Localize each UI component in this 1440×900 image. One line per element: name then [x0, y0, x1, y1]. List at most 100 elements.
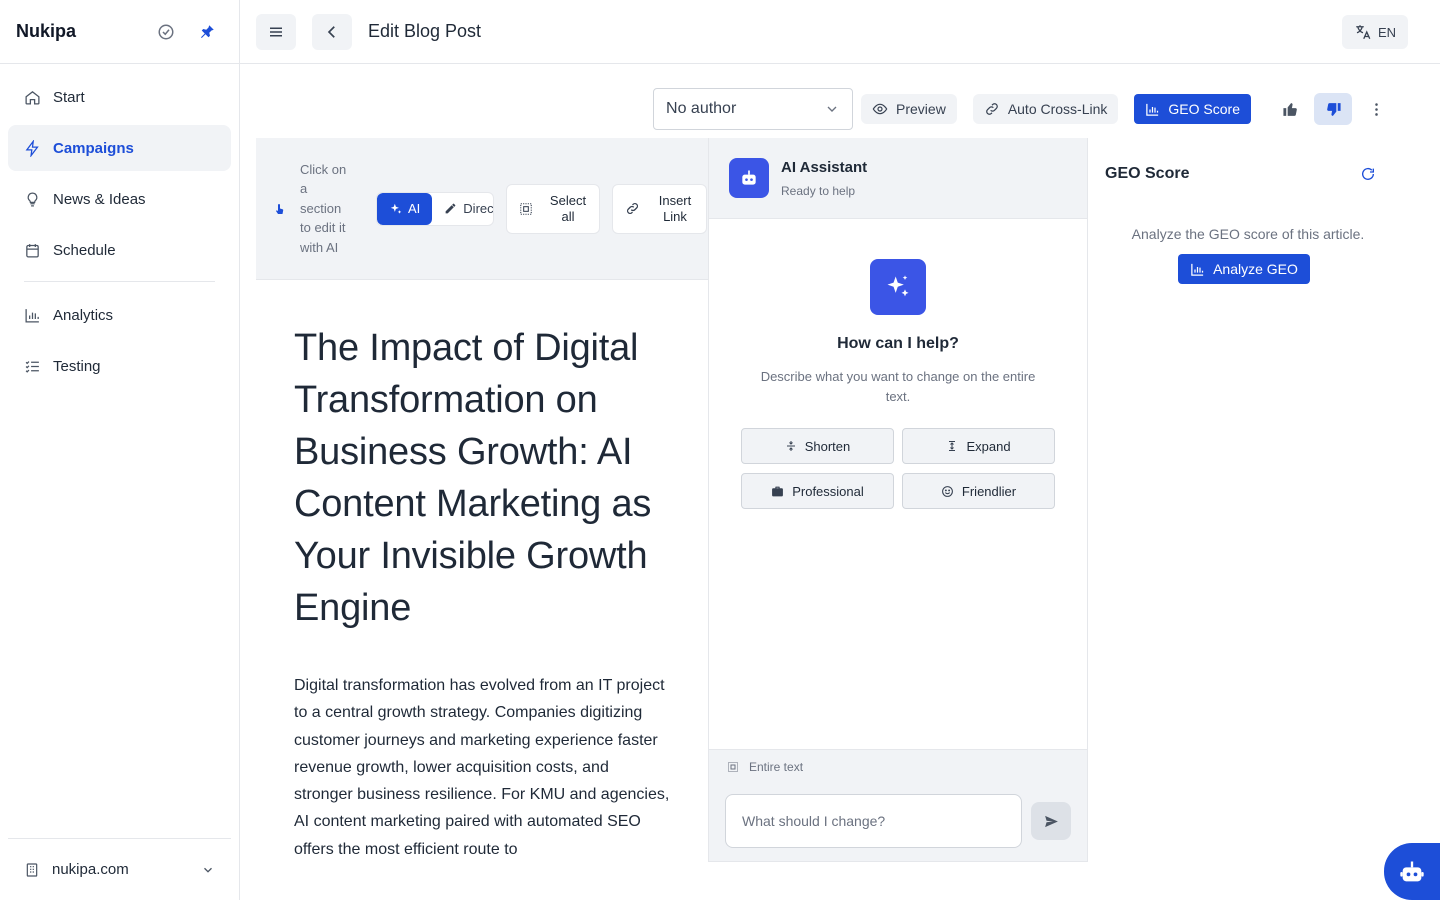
article-paragraph[interactable]: Digital transformation has evolved from …: [294, 672, 670, 862]
check-circle-icon[interactable]: [150, 16, 182, 48]
geo-header: GEO Score: [1088, 138, 1440, 186]
mode-ai-button[interactable]: AI: [377, 192, 433, 225]
sidebar-header: Nukipa: [0, 0, 239, 64]
menu-button[interactable]: [256, 13, 296, 50]
assistant-footer: Entire text: [709, 749, 1087, 861]
editor-actions: No author Preview Auto Cross-Link GEO Sc…: [653, 88, 1400, 130]
bar-chart-icon: [1146, 103, 1159, 116]
article-headline[interactable]: The Impact of Digital Transformation on …: [294, 322, 670, 634]
geo-description: Analyze the GEO score of this article.: [1131, 226, 1365, 242]
refresh-icon: [1362, 167, 1374, 180]
insert-link-button[interactable]: Insert Link: [612, 183, 707, 234]
edit-scope: Entire text: [709, 750, 1087, 774]
pin-icon[interactable]: [191, 16, 223, 48]
link-icon: [985, 103, 998, 115]
pencil-icon: [445, 203, 456, 214]
assistant-title: AI Assistant: [781, 158, 868, 176]
robot-icon: [1400, 861, 1424, 881]
pointer-icon: [276, 203, 284, 214]
nav-divider: [24, 281, 215, 282]
edit-mode-toggle: AI Direct: [376, 191, 494, 226]
geo-title: GEO Score: [1105, 165, 1190, 182]
professional-button[interactable]: Professional: [741, 473, 894, 509]
compress-icon: [786, 441, 795, 451]
auto-cross-link-button[interactable]: Auto Cross-Link: [972, 94, 1119, 124]
thumbs-down-icon: [1326, 102, 1341, 116]
more-vertical-icon: [1374, 102, 1378, 116]
article-content[interactable]: The Impact of Digital Transformation on …: [256, 280, 708, 862]
language-label: EN: [1377, 24, 1397, 40]
sparkles-icon: [390, 203, 402, 214]
language-button[interactable]: EN: [1342, 15, 1408, 49]
preview-button[interactable]: Preview: [861, 94, 957, 124]
sidebar-item-analytics[interactable]: Analytics: [8, 292, 231, 338]
professional-label: Professional: [792, 483, 864, 499]
chat-row: [709, 774, 1087, 848]
expand-button[interactable]: Expand: [902, 428, 1055, 464]
sidebar-item-label: Start: [53, 88, 85, 106]
send-button[interactable]: [1031, 802, 1071, 840]
workspace-name: nukipa.com: [52, 861, 129, 878]
bar-chart-icon: [25, 308, 39, 323]
calendar-icon: [26, 243, 39, 258]
sidebar-item-campaigns[interactable]: Campaigns: [8, 125, 231, 171]
mode-ai-label: AI: [408, 201, 421, 216]
author-value: No author: [666, 100, 737, 117]
mode-direct-button[interactable]: Direct: [432, 193, 494, 225]
author-select[interactable]: No author: [653, 88, 854, 130]
select-all-button[interactable]: Select all: [506, 183, 600, 234]
sidebar-item-start[interactable]: Start: [8, 74, 231, 120]
send-icon: [1044, 815, 1058, 827]
back-button[interactable]: [312, 13, 352, 50]
help-heading: How can I help?: [837, 335, 959, 352]
thumbs-up-button[interactable]: [1271, 93, 1309, 125]
translate-icon: [1356, 25, 1371, 40]
ai-assistant-panel: AI Assistant Ready to help How can I hel…: [708, 138, 1088, 862]
checklist-icon: [25, 360, 39, 373]
refresh-button[interactable]: [1356, 162, 1380, 186]
sidebar-item-label: Campaigns: [53, 139, 134, 157]
chevron-left-icon: [327, 25, 335, 38]
mode-direct-label: Direct: [463, 201, 494, 216]
top-bar: Edit Blog Post EN: [240, 0, 1440, 64]
shorten-button[interactable]: Shorten: [741, 428, 894, 464]
chat-input[interactable]: [725, 794, 1023, 848]
workspace-switcher[interactable]: nukipa.com: [8, 838, 231, 900]
sidebar-item-schedule[interactable]: Schedule: [8, 227, 231, 273]
cross-link-label: Auto Cross-Link: [1007, 101, 1108, 117]
thumbs-down-button[interactable]: [1314, 93, 1352, 125]
preview-label: Preview: [896, 101, 946, 117]
sidebar-item-news-ideas[interactable]: News & Ideas: [8, 176, 231, 222]
select-all-icon: [520, 202, 532, 215]
hamburger-icon: [270, 27, 282, 36]
link-icon: [627, 203, 638, 214]
sidebar-item-label: Testing: [53, 357, 101, 375]
app-root: Nukipa Start Campaigns News & Ideas Sche…: [0, 0, 1440, 900]
sidebar: Nukipa Start Campaigns News & Ideas Sche…: [0, 0, 240, 900]
bar-chart-icon: [1191, 263, 1204, 276]
bolt-icon: [25, 139, 39, 157]
sidebar-item-testing[interactable]: Testing: [8, 343, 231, 389]
chevron-down-icon: [204, 867, 212, 873]
building-icon: [26, 862, 38, 877]
sidebar-item-label: News & Ideas: [53, 190, 146, 208]
smile-icon: [941, 485, 953, 497]
insert-link-label: Insert Link: [658, 192, 692, 224]
assistant-fab-button[interactable]: [1384, 843, 1440, 900]
geo-score-button[interactable]: GEO Score: [1134, 94, 1251, 124]
geo-button-wrap: Analyze GEO: [1088, 254, 1400, 284]
expand-icon: [949, 441, 956, 451]
robot-icon: [729, 158, 769, 198]
sidebar-item-label: Analytics: [53, 306, 114, 324]
assistant-status: Ready to help: [781, 183, 856, 198]
quick-actions: Shorten Expand Professional Friendlier: [741, 428, 1055, 509]
analyze-geo-button[interactable]: Analyze GEO: [1178, 254, 1310, 284]
editor-toolbar: Click on a section to edit it with AI AI…: [256, 138, 708, 280]
assistant-header: AI Assistant Ready to help: [709, 138, 1087, 219]
edit-hint-text: Click on a section to edit it with AI: [300, 161, 347, 255]
more-options-button[interactable]: [1357, 93, 1395, 125]
chevron-down-icon: [827, 106, 837, 112]
lightbulb-icon: [27, 191, 38, 207]
friendlier-label: Friendlier: [961, 483, 1017, 499]
friendlier-button[interactable]: Friendlier: [902, 473, 1055, 509]
